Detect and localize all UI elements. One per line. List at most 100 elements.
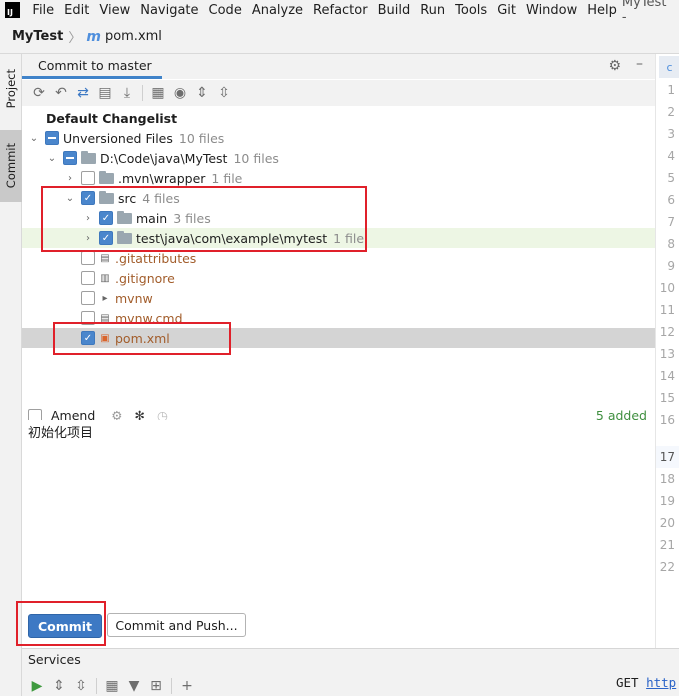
- file-row-gitattributes[interactable]: ▤ .gitattributes: [22, 248, 655, 268]
- toolbar-divider: [96, 678, 97, 694]
- expand-all-icon[interactable]: ⇕: [191, 82, 213, 104]
- src-folder-checkbox[interactable]: ✓: [81, 191, 95, 205]
- mvn-folder-checkbox[interactable]: [81, 171, 95, 185]
- menu-edit[interactable]: Edit: [59, 3, 94, 18]
- breadcrumb-project[interactable]: MyTest: [12, 29, 63, 44]
- collapse-all-icon[interactable]: ⇳: [213, 82, 235, 104]
- expand-all-icon[interactable]: ⇕: [48, 675, 70, 696]
- main-folder-row[interactable]: › ✓ main 3 files: [22, 208, 655, 228]
- menu-tools[interactable]: Tools: [450, 3, 492, 18]
- pom-checkbox[interactable]: ✓: [81, 331, 95, 345]
- add-icon[interactable]: +: [176, 675, 198, 696]
- services-title[interactable]: Services: [28, 652, 81, 667]
- line-number: 3: [667, 127, 675, 141]
- gitignore-checkbox[interactable]: [81, 271, 95, 285]
- line-number: 15: [659, 391, 675, 405]
- menu-view[interactable]: View: [94, 3, 135, 18]
- menu-help[interactable]: Help: [582, 3, 622, 18]
- mvn-folder-count: 1 file: [211, 170, 243, 186]
- collapse-all-icon[interactable]: ⇳: [70, 675, 92, 696]
- gear-icon[interactable]: ⚙: [608, 58, 621, 74]
- commit-button[interactable]: Commit: [28, 614, 102, 638]
- mvn-folder-row[interactable]: › .mvn\wrapper 1 file: [22, 168, 655, 188]
- chevron-right-icon[interactable]: ›: [63, 173, 77, 184]
- src-folder-count: 4 files: [142, 190, 180, 206]
- menu-bar: IJ File Edit View Navigate Code Analyze …: [0, 0, 679, 25]
- gitattributes-label: .gitattributes: [115, 250, 197, 266]
- run-icon[interactable]: ▶: [26, 675, 48, 696]
- file-row-mvnw-cmd[interactable]: ▤ mvnw.cmd: [22, 308, 655, 328]
- line-number: 17: [659, 450, 675, 464]
- line-number: 2: [667, 105, 675, 119]
- commit-toolbar: ⟳ ↶ ⇄ ▤ ⤓ ▦ ◉ ⇕ ⇳: [22, 80, 655, 106]
- tool-tab-commit[interactable]: Commit: [0, 130, 22, 202]
- pom-label: pom.xml: [115, 330, 170, 346]
- main-folder-checkbox[interactable]: ✓: [99, 211, 113, 225]
- maven-file-icon: m: [86, 28, 101, 45]
- tool-tab-project[interactable]: Project: [0, 58, 22, 120]
- http-url-link[interactable]: http: [646, 675, 676, 690]
- unversioned-checkbox[interactable]: [45, 131, 59, 145]
- xml-file-icon: ▣: [100, 332, 110, 344]
- commit-and-push-button[interactable]: Commit and Push...: [107, 613, 246, 637]
- diff-icon[interactable]: ⇄: [72, 82, 94, 104]
- chevron-right-icon[interactable]: ›: [81, 233, 95, 244]
- file-row-pom[interactable]: ✓ ▣ pom.xml: [22, 328, 655, 348]
- chevron-down-icon[interactable]: ⌄: [27, 133, 41, 144]
- new-tab-icon[interactable]: ⊞: [145, 675, 167, 696]
- refresh-icon[interactable]: ⟳: [28, 82, 50, 104]
- script-file-icon: ▸: [102, 292, 108, 304]
- test-folder-row[interactable]: › ✓ test\java\com\example\mytest 1 file: [22, 228, 655, 248]
- changelist-row[interactable]: Default Changelist: [22, 108, 655, 128]
- line-number: 19: [659, 494, 675, 508]
- root-folder-label: D:\Code\java\MyTest: [100, 150, 228, 166]
- breadcrumb-file[interactable]: pom.xml: [105, 29, 162, 44]
- text-file-icon: ▤: [100, 312, 110, 324]
- chevron-down-icon[interactable]: ⌄: [63, 193, 77, 204]
- update-icon[interactable]: ⤓: [116, 82, 138, 104]
- src-folder-row[interactable]: ⌄ ✓ src 4 files: [22, 188, 655, 208]
- chevron-down-icon[interactable]: ⌄: [45, 153, 59, 164]
- menu-code[interactable]: Code: [204, 3, 247, 18]
- menu-analyze[interactable]: Analyze: [247, 3, 308, 18]
- unversioned-row[interactable]: ⌄ Unversioned Files 10 files: [22, 128, 655, 148]
- toolbar-divider: [142, 85, 143, 101]
- line-number: 8: [667, 237, 675, 251]
- test-folder-checkbox[interactable]: ✓: [99, 231, 113, 245]
- line-number: 22: [659, 560, 675, 574]
- root-folder-checkbox[interactable]: [63, 151, 77, 165]
- mvnw-cmd-checkbox[interactable]: [81, 311, 95, 325]
- file-row-mvnw[interactable]: ▸ mvnw: [22, 288, 655, 308]
- menu-build[interactable]: Build: [373, 3, 416, 18]
- menu-window[interactable]: Window: [521, 3, 582, 18]
- ignore-file-icon: ▥: [100, 272, 110, 284]
- chevron-right-icon[interactable]: ›: [81, 213, 95, 224]
- commit-message-input[interactable]: 初始化项目: [22, 420, 655, 610]
- line-number: 18: [659, 472, 675, 486]
- root-folder-row[interactable]: ⌄ D:\Code\java\MyTest 10 files: [22, 148, 655, 168]
- changes-tree: Default Changelist ⌄ Unversioned Files 1…: [22, 106, 655, 402]
- menu-refactor[interactable]: Refactor: [308, 3, 373, 18]
- menu-navigate[interactable]: Navigate: [135, 3, 203, 18]
- tab-commit-to-master[interactable]: Commit to master: [22, 54, 162, 79]
- group-icon[interactable]: ▦: [101, 675, 123, 696]
- src-folder-label: src: [118, 190, 137, 206]
- line-number: 1: [667, 83, 675, 97]
- eye-icon[interactable]: ◉: [169, 82, 191, 104]
- rollback-icon[interactable]: ↶: [50, 82, 72, 104]
- menu-file[interactable]: File: [27, 3, 59, 18]
- menu-git[interactable]: Git: [492, 3, 521, 18]
- mvnw-checkbox[interactable]: [81, 291, 95, 305]
- minimize-icon[interactable]: –: [636, 56, 643, 72]
- filter-icon[interactable]: ▼: [123, 675, 145, 696]
- commit-message-text: 初始化项目: [28, 426, 94, 441]
- folder-icon: [99, 190, 114, 204]
- shelve-icon[interactable]: ▤: [94, 82, 116, 104]
- root-folder-count: 10 files: [233, 150, 279, 166]
- file-row-gitignore[interactable]: ▥ .gitignore: [22, 268, 655, 288]
- editor-tab-icon[interactable]: c: [659, 56, 679, 78]
- menu-run[interactable]: Run: [415, 3, 450, 18]
- editor-gutter: c 1 2 3 4 5 6 7 8 9 10 11 12 13 14 15 16…: [655, 54, 679, 664]
- gitattributes-checkbox[interactable]: [81, 251, 95, 265]
- group-icon[interactable]: ▦: [147, 82, 169, 104]
